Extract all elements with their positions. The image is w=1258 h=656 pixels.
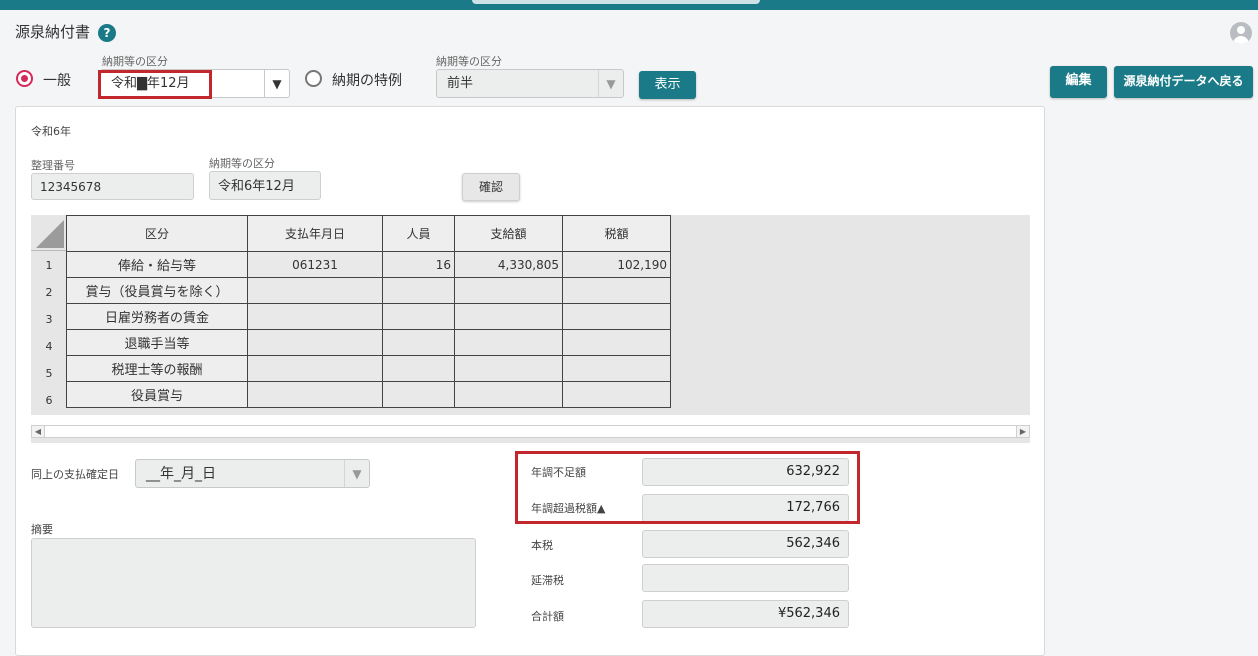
cell-amount[interactable]: 4,330,805 bbox=[454, 251, 563, 278]
ref-number-label: 整理番号 bbox=[31, 159, 75, 172]
table-row[interactable]: 税理士等の報酬 bbox=[66, 355, 671, 382]
cell-people[interactable] bbox=[382, 381, 455, 408]
memo-textarea[interactable] bbox=[31, 538, 476, 628]
cell-people[interactable] bbox=[382, 329, 455, 356]
cell-category: 役員賞与 bbox=[66, 381, 248, 408]
row-number: 2 bbox=[45, 286, 53, 299]
highlight-period-box bbox=[98, 70, 212, 99]
special-period-label: 納期等の区分 bbox=[436, 55, 502, 68]
row-number: 3 bbox=[45, 313, 53, 326]
row-number: 4 bbox=[45, 340, 53, 353]
col-header-amount: 支給額 bbox=[454, 215, 563, 252]
cell-category: 賞与（役員賞与を除く） bbox=[66, 277, 248, 304]
total-field[interactable]: ¥562,346 bbox=[642, 600, 849, 628]
year-heading: 令和6年 bbox=[31, 125, 71, 138]
table-row[interactable]: 役員賞与 bbox=[66, 381, 671, 408]
col-header-people: 人員 bbox=[382, 215, 455, 252]
row-number: 1 bbox=[45, 259, 53, 272]
cell-tax[interactable] bbox=[562, 277, 671, 304]
cell-date[interactable] bbox=[247, 329, 383, 356]
chevron-down-icon: ▼ bbox=[598, 70, 623, 97]
main-tax-field[interactable]: 562,346 bbox=[642, 530, 849, 558]
row-number: 6 bbox=[45, 394, 53, 407]
page-title: 源泉納付書 bbox=[15, 23, 91, 41]
form-period-label: 納期等の区分 bbox=[209, 157, 275, 170]
form-period-field[interactable]: 令和6年12月 bbox=[209, 171, 321, 200]
withholding-table: 区分 支払年月日 人員 支給額 税額 俸給・給与等 061231 16 4,33… bbox=[66, 215, 671, 408]
confirm-button[interactable]: 確認 bbox=[462, 173, 520, 201]
cell-tax[interactable] bbox=[562, 303, 671, 330]
cell-date[interactable] bbox=[247, 303, 383, 330]
table-row[interactable]: 退職手当等 bbox=[66, 329, 671, 356]
horizontal-scrollbar[interactable]: ◀ ▶ bbox=[31, 425, 1030, 438]
total-label: 合計額 bbox=[531, 610, 564, 623]
table-row[interactable]: 日雇労務者の賃金 bbox=[66, 303, 671, 330]
cell-date[interactable]: 061231 bbox=[247, 251, 383, 278]
cell-tax[interactable] bbox=[562, 381, 671, 408]
table-row[interactable]: 賞与（役員賞与を除く） bbox=[66, 277, 671, 304]
pay-date-select[interactable]: __年_月_日 ▼ bbox=[135, 459, 370, 488]
main-tax-label: 本税 bbox=[531, 539, 553, 552]
cell-people[interactable] bbox=[382, 277, 455, 304]
cell-date[interactable] bbox=[247, 277, 383, 304]
back-to-withholding-button[interactable]: 源泉納付データへ戻る bbox=[1114, 66, 1253, 98]
cell-category: 俸給・給与等 bbox=[66, 251, 248, 278]
scroll-left-icon[interactable]: ◀ bbox=[32, 426, 45, 437]
cell-tax[interactable] bbox=[562, 329, 671, 356]
delinquent-tax-label: 延滞税 bbox=[531, 574, 564, 587]
select-all-icon bbox=[36, 220, 64, 248]
col-header-category: 区分 bbox=[66, 215, 248, 252]
highlight-amount-box bbox=[515, 451, 860, 524]
cell-amount[interactable] bbox=[454, 277, 563, 304]
col-header-tax: 税額 bbox=[562, 215, 671, 252]
cell-amount[interactable] bbox=[454, 381, 563, 408]
edit-button[interactable]: 編集 bbox=[1050, 66, 1107, 98]
cell-people[interactable]: 16 bbox=[382, 251, 455, 278]
general-radio[interactable] bbox=[16, 70, 33, 87]
cell-tax[interactable] bbox=[562, 355, 671, 382]
period-label: 納期等の区分 bbox=[102, 55, 168, 68]
cell-date[interactable] bbox=[247, 381, 383, 408]
cell-category: 退職手当等 bbox=[66, 329, 248, 356]
delinquent-tax-field[interactable] bbox=[642, 564, 849, 592]
cell-tax[interactable]: 102,190 bbox=[562, 251, 671, 278]
table-row[interactable]: 俸給・給与等 061231 16 4,330,805 102,190 bbox=[66, 251, 671, 278]
special-period-value: 前半 bbox=[447, 76, 474, 91]
special-period-select[interactable]: 前半 ▼ bbox=[436, 69, 624, 98]
cell-amount[interactable] bbox=[454, 355, 563, 382]
general-radio-label: 一般 bbox=[43, 73, 71, 89]
top-bar-tab[interactable] bbox=[472, 0, 760, 4]
scroll-right-icon[interactable]: ▶ bbox=[1016, 426, 1029, 437]
special-radio-label: 納期の特例 bbox=[332, 73, 402, 89]
cell-people[interactable] bbox=[382, 303, 455, 330]
cell-date[interactable] bbox=[247, 355, 383, 382]
pay-date-value: __年_月_日 bbox=[146, 466, 216, 482]
pay-date-label: 同上の支払確定日 bbox=[31, 468, 119, 481]
cell-amount[interactable] bbox=[454, 303, 563, 330]
cell-category: 税理士等の報酬 bbox=[66, 355, 248, 382]
special-radio[interactable] bbox=[305, 70, 322, 87]
chevron-down-icon: ▼ bbox=[344, 460, 369, 487]
ref-number-field[interactable]: 12345678 bbox=[31, 173, 194, 200]
show-button[interactable]: 表示 bbox=[639, 71, 696, 99]
table-header-row: 区分 支払年月日 人員 支給額 税額 bbox=[66, 215, 671, 252]
cell-people[interactable] bbox=[382, 355, 455, 382]
cell-amount[interactable] bbox=[454, 329, 563, 356]
chevron-down-icon: ▼ bbox=[264, 70, 289, 97]
user-avatar-icon[interactable] bbox=[1230, 22, 1252, 44]
table-footer-strip bbox=[31, 438, 1030, 443]
memo-label: 摘要 bbox=[31, 523, 53, 536]
cell-category: 日雇労務者の賃金 bbox=[66, 303, 248, 330]
col-header-pay-date: 支払年月日 bbox=[247, 215, 383, 252]
help-icon[interactable]: ? bbox=[98, 24, 116, 42]
row-number: 5 bbox=[45, 367, 53, 380]
